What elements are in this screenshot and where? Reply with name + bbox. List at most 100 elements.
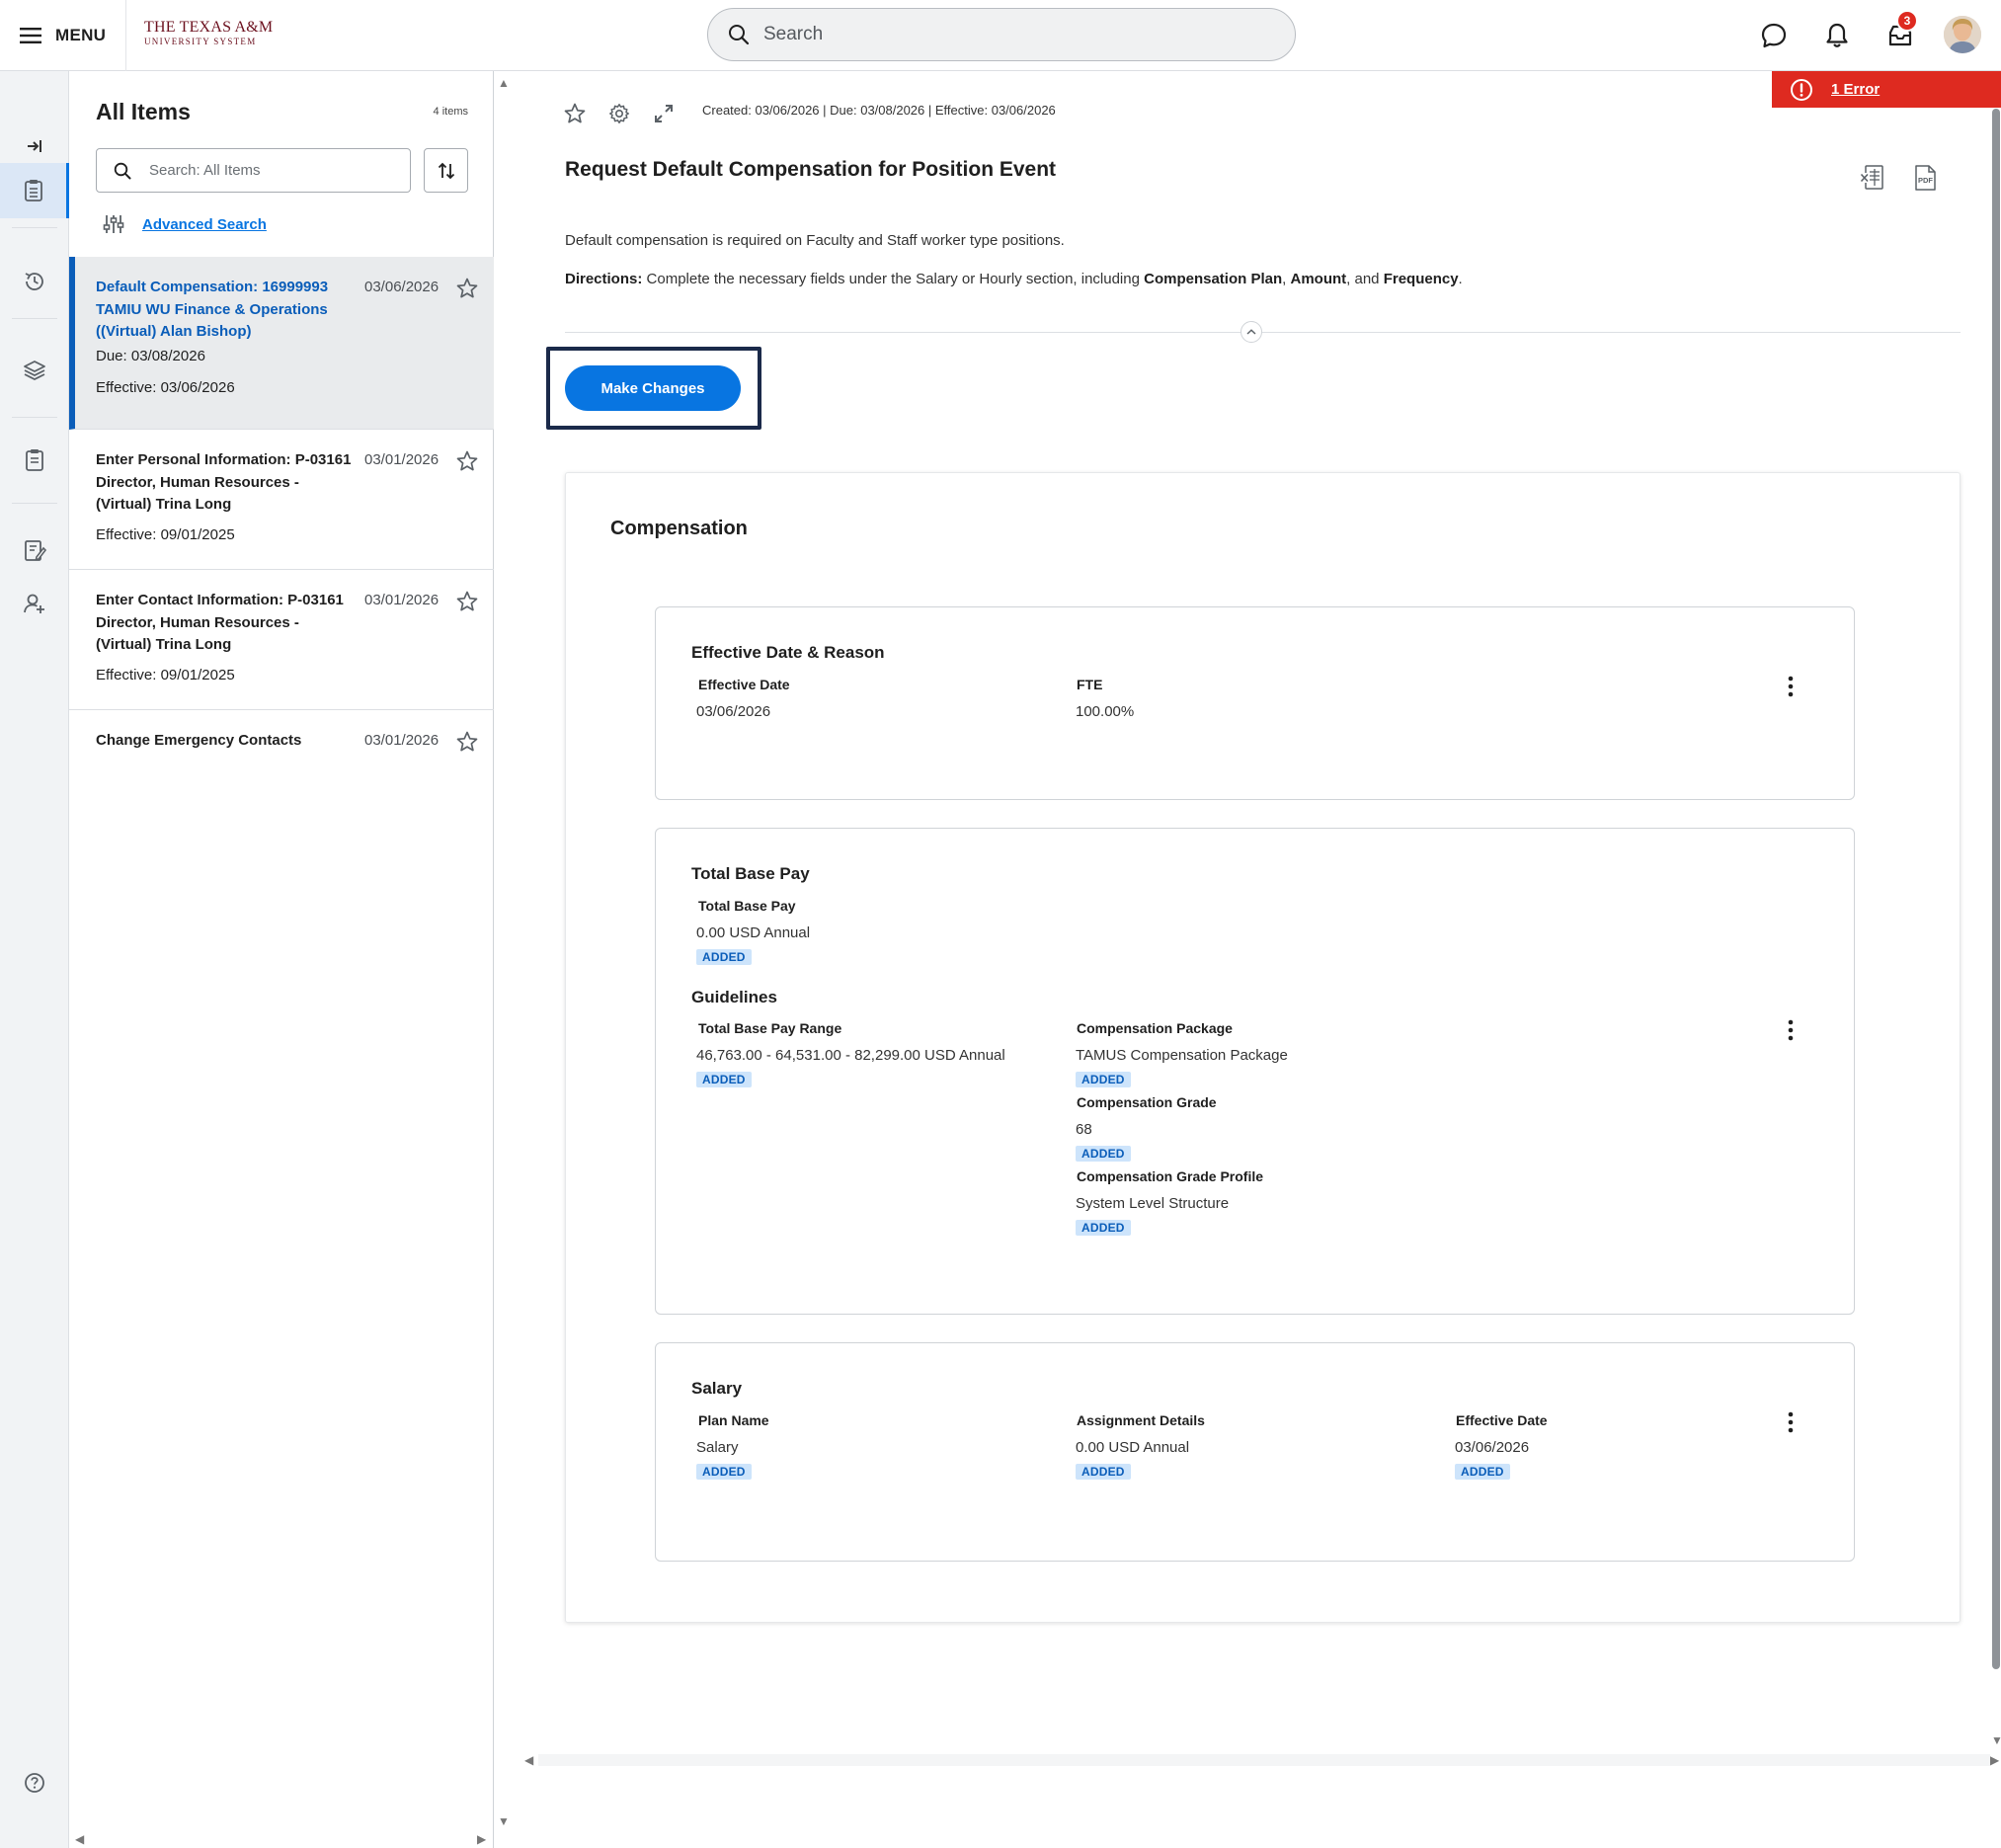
star-icon[interactable] [455,590,479,613]
rail-clipboard[interactable] [0,433,69,488]
list-item[interactable]: Change Emergency Contacts 03/01/2026 [69,710,494,779]
scroll-left-arrow[interactable]: ◀ [75,1833,84,1845]
item-title: Change Emergency Contacts [96,732,302,749]
scroll-down-arrow[interactable]: ▼ [1991,1734,2001,1746]
add-user-icon [23,592,46,615]
item-title: Enter Contact Information: P-03161 Direc… [96,592,344,653]
chat-icon[interactable] [1756,18,1792,53]
scroll-left-arrow[interactable]: ◀ [524,1754,533,1766]
star-icon[interactable] [562,101,588,126]
total-base-pay-card-title: Total Base Pay [691,864,810,883]
items-search-input[interactable]: Search: All Items [96,148,411,193]
help-icon [24,1772,45,1794]
directions-bold: Amount [1290,271,1347,287]
added-badge: ADDED [1076,1072,1131,1087]
sort-button[interactable] [424,148,468,193]
item-effective: Effective: 09/01/2025 [96,667,235,683]
more-actions-icon[interactable] [1779,672,1802,701]
item-date: 03/01/2026 [364,451,440,468]
logo-line-1: THE TEXAS A&M [144,19,274,36]
directions-text-part: , and [1346,271,1384,287]
star-icon[interactable] [455,449,479,473]
rail-layers[interactable] [0,343,69,398]
total-base-pay-label: Total Base Pay [698,898,796,914]
global-search-input[interactable]: Search [707,8,1296,61]
inbox-button[interactable]: 3 [1882,10,1918,53]
directions-text-part: . [1458,271,1463,287]
star-icon[interactable] [455,730,479,754]
rail-history[interactable] [0,254,69,309]
error-banner[interactable]: 1 Error [1772,71,2001,108]
added-badge: ADDED [696,1072,752,1087]
added-badge: ADDED [696,1464,752,1480]
clipboard-icon [25,448,44,472]
main-scrollbar[interactable] [1991,109,2001,1669]
scroll-right-arrow[interactable]: ▶ [1990,1754,1999,1766]
star-icon[interactable] [455,277,479,300]
plan-name-value: Salary [696,1439,739,1456]
horizontal-scrollbar[interactable] [538,1754,1990,1766]
directions-text-part: Complete the necessary fields under the … [642,271,1145,287]
added-badge: ADDED [696,949,752,965]
expand-icon [26,138,43,154]
directions-bold: Frequency [1383,271,1459,287]
item-date: 03/06/2026 [364,279,440,295]
expand-fullscreen-icon[interactable] [651,101,677,126]
salary-effective-date-value: 03/06/2026 [1455,1439,1530,1456]
chevron-up-icon [1246,329,1256,335]
advanced-search-link[interactable]: Advanced Search [103,213,267,235]
comp-grade-profile-value: System Level Structure [1076,1195,1230,1212]
rail-tasks[interactable] [0,163,69,218]
tasks-icon [24,179,43,202]
list-item[interactable]: Default Compensation: 16999993 TAMIU WU … [69,257,494,430]
items-panel-title: All Items [96,99,191,124]
task-toolbar [562,101,677,126]
search-icon [728,24,750,45]
gear-icon[interactable] [606,101,632,126]
base-pay-range-label: Total Base Pay Range [698,1020,842,1036]
rail-help[interactable] [0,1755,69,1810]
salary-card-title: Salary [691,1379,743,1398]
bell-icon[interactable] [1819,18,1855,53]
items-count: 4 items [433,106,468,118]
top-bar: MENU THE TEXAS A&M UNIVERSITY SYSTEM Sea… [0,0,2001,71]
total-base-pay-value: 0.00 USD Annual [696,924,811,941]
export-actions: PDF [1859,164,1938,192]
compensation-card: Compensation Effective Date & Reason Eff… [565,472,1961,1623]
menu-button[interactable]: MENU [20,20,106,51]
logo-line-2: UNIVERSITY SYSTEM [144,37,257,46]
directions-text: Directions: Complete the necessary field… [565,271,1463,287]
scrollbar-thumb[interactable] [1992,109,2000,1669]
scroll-right-arrow[interactable]: ▶ [477,1833,486,1845]
assignment-details-value: 0.00 USD Annual [1076,1439,1190,1456]
effective-date-label: Effective Date [698,677,790,692]
main-content: Created: 03/06/2026 | Due: 03/08/2026 | … [511,71,1989,1848]
more-actions-icon[interactable] [1779,1407,1802,1437]
list-item[interactable]: Enter Contact Information: P-03161 Direc… [69,570,494,710]
scroll-up-arrow[interactable]: ▲ [498,77,510,89]
collapse-button[interactable] [1241,321,1262,343]
scroll-down-arrow[interactable]: ▼ [498,1815,510,1827]
page-title: Request Default Compensation for Positio… [565,158,1057,181]
rail-form[interactable] [0,522,69,578]
excel-export-icon[interactable] [1859,164,1884,192]
avatar[interactable] [1944,16,1981,53]
salary-effective-date-label: Effective Date [1456,1412,1548,1428]
item-effective: Effective: 09/01/2025 [96,526,235,543]
total-base-pay-card: Total Base Pay Total Base Pay 0.00 USD A… [655,828,1855,1315]
texas-am-logo[interactable]: THE TEXAS A&M UNIVERSITY SYSTEM [144,20,273,46]
rail-add-user[interactable] [0,576,69,631]
menu-icon [20,28,41,43]
make-changes-button[interactable]: Make Changes [565,365,741,411]
added-badge: ADDED [1455,1464,1510,1480]
svg-text:PDF: PDF [1918,176,1933,185]
left-rail [0,71,69,1848]
divider [125,0,126,71]
comp-grade-profile-label: Compensation Grade Profile [1077,1168,1264,1184]
list-item[interactable]: Enter Personal Information: P-03161 Dire… [69,430,494,570]
error-count-link: 1 Error [1831,81,1881,98]
comp-package-label: Compensation Package [1077,1020,1233,1036]
advanced-search-label: Advanced Search [142,215,267,233]
more-actions-icon[interactable] [1779,1015,1802,1045]
pdf-export-icon[interactable]: PDF [1912,164,1938,192]
